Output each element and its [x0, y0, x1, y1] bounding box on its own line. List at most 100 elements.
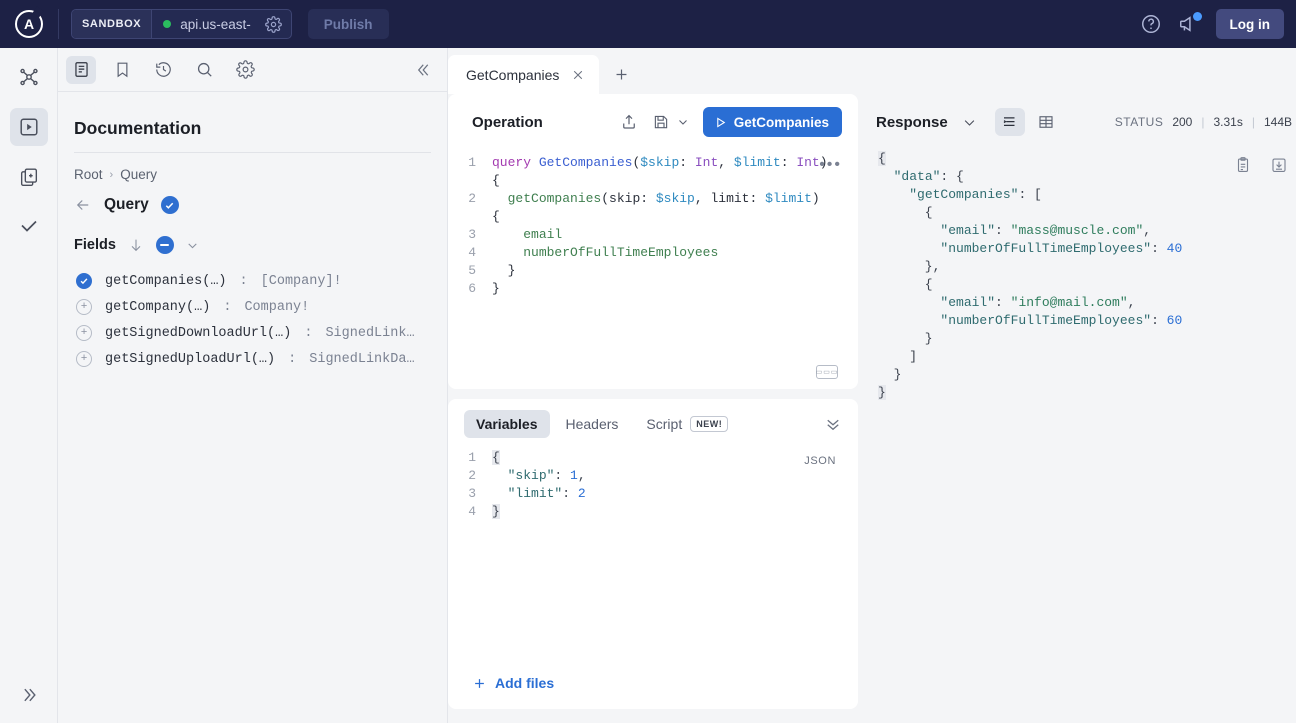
response-pane: Response STATUS 200 | 3.31s | 144B {"da… — [858, 94, 1296, 723]
clipboard-icon[interactable] — [1234, 156, 1252, 174]
sort-down-icon[interactable] — [128, 237, 144, 253]
response-status: STATUS 200 | 3.31s | 144B — [1115, 115, 1296, 129]
operation-pane: Operation GetCompanies 1 query GetCompan… — [448, 94, 858, 723]
code-text: "email": "info@mail.com", — [940, 295, 1136, 310]
line-number: 6 — [468, 281, 476, 296]
sidebar-item-collections[interactable] — [10, 158, 48, 196]
breadcrumb-current[interactable]: Query — [120, 167, 157, 182]
login-button[interactable]: Log in — [1215, 9, 1284, 39]
breadcrumb: Root › Query — [58, 153, 447, 182]
code-line: 5 } — [448, 262, 858, 280]
code-line: 4} — [448, 503, 858, 521]
list-item[interactable]: + getCompany(…): Company! — [58, 294, 447, 320]
schema-graph-icon — [18, 66, 40, 88]
list-item[interactable]: getCompanies(…): [Company]! — [58, 268, 447, 294]
field-add-icon[interactable]: + — [76, 351, 92, 367]
code-line: "numberOfFullTimeEmployees": 40 — [878, 240, 1296, 258]
search-icon[interactable] — [189, 56, 219, 84]
connection-status-dot — [163, 20, 172, 28]
chevron-down-icon[interactable] — [677, 116, 689, 128]
editor-panes: Operation GetCompanies 1 query GetCompan… — [448, 94, 1296, 723]
code-line: 3 "limit": 2 — [448, 485, 858, 503]
logo-icon: A — [15, 10, 43, 38]
type-header-row: Query — [58, 182, 447, 214]
sidebar-item-schema[interactable] — [10, 58, 48, 96]
sidebar-item-checks[interactable] — [10, 208, 48, 246]
gear-icon[interactable] — [261, 15, 291, 33]
list-item[interactable]: + getSignedUploadUrl(…): SignedLinkDa… — [58, 346, 447, 372]
field-sep: : — [239, 273, 248, 289]
line-number: 4 — [468, 245, 476, 260]
checks-icon — [17, 215, 41, 239]
status-divider: | — [1251, 115, 1255, 129]
publish-button[interactable]: Publish — [307, 9, 389, 39]
share-icon[interactable] — [620, 113, 638, 131]
variables-card: Variables Headers Script NEW! 1 {2 "ski… — [448, 399, 858, 709]
history-icon[interactable] — [148, 56, 178, 84]
response-size: 144B — [1263, 115, 1292, 129]
back-arrow-icon[interactable] — [74, 196, 92, 214]
question-circle-icon[interactable] — [1140, 13, 1162, 35]
tab-headers[interactable]: Headers — [554, 410, 631, 438]
field-add-icon[interactable]: + — [76, 299, 92, 315]
code-line: 6} — [448, 280, 858, 298]
documentation-icon[interactable] — [66, 55, 96, 84]
environment-endpoint[interactable]: api.us-east- — [152, 10, 261, 38]
bookmark-icon[interactable] — [107, 56, 137, 84]
close-icon[interactable] — [571, 68, 585, 82]
app-logo[interactable]: A — [0, 0, 58, 48]
topbar-right-actions: Log in — [1140, 9, 1284, 39]
documentation-panel: Documentation Root › Query Query Fields … — [58, 48, 448, 723]
plus-icon — [472, 676, 487, 691]
field-selected-check-icon[interactable] — [76, 273, 92, 289]
response-body[interactable]: { "data": { "getCompanies": [ { "email":… — [876, 150, 1296, 723]
variables-editor[interactable]: 1{2 "skip": 1, 3 "limit": 2 4} JSON Add fi… — [448, 449, 858, 709]
settings-icon[interactable] — [230, 56, 260, 84]
type-selected-check-icon[interactable] — [160, 196, 179, 214]
json-view-icon[interactable] — [994, 108, 1025, 136]
megaphone-icon[interactable] — [1178, 12, 1202, 35]
line-number: 3 — [468, 486, 476, 501]
new-tab-button[interactable] — [599, 55, 643, 94]
field-add-icon[interactable]: + — [76, 325, 92, 341]
field-list: getCompanies(…): [Company]! + getCompany… — [58, 254, 447, 372]
variables-code[interactable]: 1{2 "skip": 1, 3 "limit": 2 4} — [448, 449, 858, 521]
docs-toolbar — [58, 48, 447, 92]
deselect-all-icon[interactable] — [155, 236, 174, 254]
graphql-code[interactable]: 1 query GetCompanies($skip: Int, $limit: … — [448, 154, 858, 298]
add-files-button[interactable]: Add files — [472, 675, 554, 691]
rail-expand-button[interactable] — [19, 685, 39, 705]
tab-variables[interactable]: Variables — [464, 410, 550, 438]
collapse-panel-icon[interactable] — [415, 61, 433, 79]
breadcrumb-root[interactable]: Root — [74, 167, 103, 182]
field-sep: : — [288, 351, 297, 367]
keyboard-shortcut-icon[interactable]: ▭▭▭ — [816, 365, 838, 379]
tab-script[interactable]: Script NEW! — [634, 410, 740, 438]
code-text: "skip": 1, — [507, 468, 586, 483]
code-text: "getCompanies": [ — [909, 187, 1042, 202]
list-item[interactable]: + getSignedDownloadUrl(…): SignedLink… — [58, 320, 447, 346]
endpoint-url: api.us-east- — [180, 16, 251, 32]
download-icon[interactable] — [1270, 156, 1288, 174]
tab-getcompanies[interactable]: GetCompanies — [448, 55, 600, 94]
chevron-double-down-icon[interactable] — [824, 415, 842, 433]
chevron-down-icon[interactable] — [186, 239, 199, 252]
run-operation-button[interactable]: GetCompanies — [702, 107, 842, 137]
code-line: } — [878, 384, 1296, 402]
environment-selector[interactable]: SANDBOX api.us-east- — [71, 9, 292, 39]
code-line: }, — [878, 258, 1296, 276]
save-button[interactable] — [652, 113, 689, 131]
sidebar-item-explorer[interactable] — [9, 108, 48, 146]
save-icon — [652, 113, 670, 131]
chevron-down-icon[interactable] — [962, 115, 977, 130]
response-json[interactable]: { "data": { "getCompanies": [ { "email":… — [876, 150, 1296, 402]
code-text: "numberOfFullTimeEmployees": 40 — [940, 241, 1183, 256]
code-ellipsis[interactable]: ••• — [819, 156, 842, 174]
graphql-editor[interactable]: 1 query GetCompanies($skip: Int, $limit: … — [448, 150, 858, 389]
operation-header: Operation GetCompanies — [448, 94, 858, 150]
line-number: 1 — [468, 155, 476, 170]
app-root: A SANDBOX api.us-east- Publish Log in Do… — [0, 0, 1296, 723]
code-text: } — [878, 331, 933, 346]
table-view-icon[interactable] — [1031, 108, 1061, 136]
code-line: { — [878, 204, 1296, 222]
